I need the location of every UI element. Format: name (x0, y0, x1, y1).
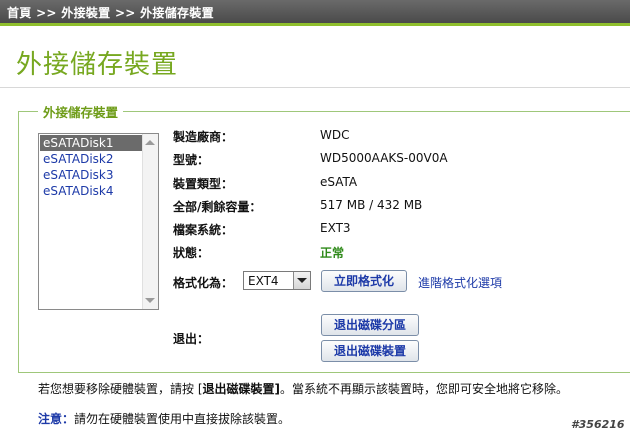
format-now-button[interactable]: 立即格式化 (321, 270, 407, 292)
disk-item-3[interactable]: eSATADisk3 (40, 167, 142, 183)
manufacturer-value: WDC (320, 128, 350, 142)
note-text-pre: 若您想要移除硬體裝置，請按 [ (38, 382, 203, 396)
warning-note: 注意：請勿在硬體裝置使用中直接拔除該裝置。 (38, 410, 290, 427)
manufacturer-label: 製造廠商： (173, 130, 234, 144)
format-label: 格式化為： (173, 276, 234, 290)
warning-label: 注意： (38, 412, 75, 426)
device-type-label: 裝置類型： (173, 177, 234, 191)
filesystem-label: 檔案系統： (173, 223, 234, 237)
title-divider (0, 87, 630, 88)
listbox-scrollbar[interactable] (142, 134, 158, 309)
filesystem-select[interactable]: EXT4 (243, 271, 311, 290)
capacity-value: 517 MB / 432 MB (320, 198, 423, 212)
disk-item-1[interactable]: eSATADisk1 (40, 135, 142, 151)
status-value: 正常 (320, 246, 345, 260)
scroll-down-icon[interactable] (145, 298, 155, 303)
eject-device-button[interactable]: 退出磁碟裝置 (321, 340, 419, 362)
filesystem-select-value: EXT4 (248, 274, 279, 288)
page-title: 外接儲存裝置 (16, 50, 179, 80)
select-dropdown-button[interactable] (293, 272, 310, 289)
eject-partition-button[interactable]: 退出磁碟分區 (321, 314, 419, 336)
disk-item-4[interactable]: eSATADisk4 (40, 183, 142, 199)
eject-label: 退出： (173, 332, 210, 346)
watermark: #356216 (571, 418, 625, 431)
warning-text: 請勿在硬體裝置使用中直接拔除該裝置。 (74, 412, 291, 426)
remove-device-note: 若您想要移除硬體裝置，請按 [退出磁碟裝置]。當系統不再顯示該裝置時，您即可安全… (38, 380, 568, 397)
disk-listbox[interactable]: eSATADisk1 eSATADisk2 eSATADisk3 eSATADi… (38, 133, 159, 310)
note-text-post: 。當系統不再顯示該裝置時，您即可安全地將它移除。 (280, 382, 569, 396)
status-label: 狀態： (173, 246, 210, 260)
section-legend: 外接儲存裝置 (38, 102, 124, 121)
chevron-down-icon (297, 278, 307, 283)
top-bar: 首頁 >> 外接裝置 >> 外接儲存裝置 (0, 0, 630, 26)
model-label: 型號： (173, 153, 210, 167)
breadcrumb[interactable]: 首頁 >> 外接裝置 >> 外接儲存裝置 (7, 4, 214, 21)
model-value: WD5000AAKS-00V0A (320, 151, 448, 165)
device-type-value: eSATA (320, 175, 358, 189)
filesystem-value: EXT3 (320, 221, 351, 235)
capacity-label: 全部/剩餘容量： (173, 200, 262, 214)
scroll-up-icon[interactable] (145, 140, 155, 145)
disk-item-2[interactable]: eSATADisk2 (40, 151, 142, 167)
note-text-bold: 退出磁碟裝置] (202, 382, 281, 396)
advanced-format-link[interactable]: 進階格式化選項 (418, 274, 502, 291)
